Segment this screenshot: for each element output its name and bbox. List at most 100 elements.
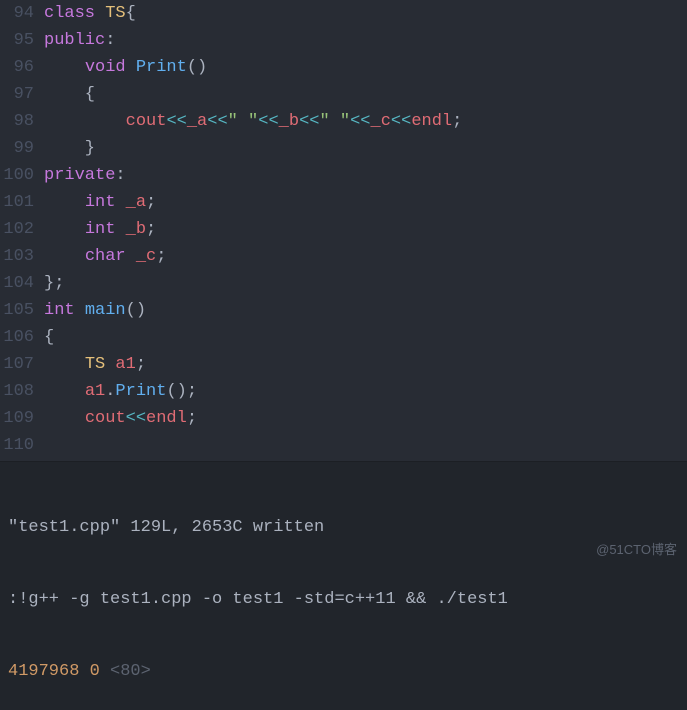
token-punct: }	[44, 139, 95, 158]
file-status-line: "test1.cpp" 129L, 2653C written	[8, 516, 679, 540]
code-line[interactable]: int _b;	[44, 216, 687, 243]
token-ident: _c	[136, 247, 156, 266]
token-ident: _a	[126, 193, 146, 212]
vim-command-footer: "test1.cpp" 129L, 2653C written :!g++ -g…	[0, 461, 687, 710]
code-line[interactable]: private:	[44, 162, 687, 189]
token-punct	[115, 193, 125, 212]
token-punct: :	[115, 166, 125, 185]
token-punct: ;	[146, 193, 156, 212]
code-line[interactable]: void Print()	[44, 54, 687, 81]
token-int: int	[44, 301, 75, 320]
output-values: 4197968 0	[8, 662, 110, 681]
shell-output-line: 4197968 0 <80>	[8, 660, 679, 684]
token-punct: {	[44, 85, 95, 104]
line-number: 96	[0, 54, 34, 81]
line-number: 97	[0, 81, 34, 108]
watermark: @51CTO博客	[596, 539, 677, 558]
token-func: Print	[115, 382, 166, 401]
token-op: <<	[391, 112, 411, 131]
token-int: int	[85, 193, 116, 212]
token-punct: {	[44, 328, 54, 347]
token-char: char	[85, 247, 126, 266]
code-line[interactable]: int _a;	[44, 189, 687, 216]
code-line[interactable]: cout<<endl;	[44, 405, 687, 432]
token-punct: };	[44, 274, 64, 293]
token-ident: a1	[115, 355, 135, 374]
token-int: int	[85, 220, 116, 239]
line-number: 110	[0, 432, 34, 459]
token-op: <<	[299, 112, 319, 131]
token-ident: endl	[411, 112, 452, 131]
token-punct: ()	[126, 301, 146, 320]
line-number: 95	[0, 27, 34, 54]
code-line[interactable]: {	[44, 324, 687, 351]
token-punct: {	[126, 4, 136, 23]
token-punct: ;	[452, 112, 462, 131]
token-ident: _b	[279, 112, 299, 131]
code-line[interactable]: TS a1;	[44, 351, 687, 378]
token-punct: ;	[156, 247, 166, 266]
line-number: 102	[0, 216, 34, 243]
token-keyword: private	[44, 166, 115, 185]
token-punct	[44, 193, 85, 212]
token-punct: ;	[146, 220, 156, 239]
token-op: <<	[166, 112, 186, 131]
token-punct: ;	[136, 355, 146, 374]
token-punct	[105, 355, 115, 374]
code-line[interactable]: public:	[44, 27, 687, 54]
token-ident: cout	[126, 112, 167, 131]
token-punct: ()	[187, 58, 207, 77]
code-line[interactable]: class TS{	[44, 0, 687, 27]
token-type: void	[85, 58, 126, 77]
code-line[interactable]: };	[44, 270, 687, 297]
code-line[interactable]: a1.Print();	[44, 378, 687, 405]
token-ident: endl	[146, 409, 187, 428]
code-line[interactable]: {	[44, 81, 687, 108]
token-op: <<	[126, 409, 146, 428]
line-number: 101	[0, 189, 34, 216]
token-punct	[115, 220, 125, 239]
code-line[interactable]: }	[44, 135, 687, 162]
line-number: 108	[0, 378, 34, 405]
token-punct: ();	[166, 382, 197, 401]
token-func: Print	[136, 58, 187, 77]
token-ident: _b	[126, 220, 146, 239]
token-ident: cout	[85, 409, 126, 428]
code-line[interactable]: char _c;	[44, 243, 687, 270]
token-class: TS	[105, 4, 125, 23]
code-editor[interactable]: 9495969798991001011021031041051061071081…	[0, 0, 687, 461]
token-punct	[126, 58, 136, 77]
token-op: <<	[258, 112, 278, 131]
token-punct	[126, 247, 136, 266]
token-class: TS	[85, 355, 105, 374]
token-punct	[44, 58, 85, 77]
code-area[interactable]: class TS{public: void Print() { cout<<_a…	[44, 0, 687, 461]
token-ident: _a	[187, 112, 207, 131]
token-ident: a1	[85, 382, 105, 401]
token-ident: _c	[371, 112, 391, 131]
line-number-gutter: 9495969798991001011021031041051061071081…	[0, 0, 44, 461]
token-punct: :	[105, 31, 115, 50]
line-number: 98	[0, 108, 34, 135]
line-number: 107	[0, 351, 34, 378]
token-string: " "	[319, 112, 350, 131]
token-punct	[44, 112, 126, 131]
token-punct: ;	[187, 409, 197, 428]
token-punct	[44, 382, 85, 401]
token-punct	[44, 247, 85, 266]
token-op: <<	[207, 112, 227, 131]
line-number: 100	[0, 162, 34, 189]
token-punct	[44, 409, 85, 428]
output-angle-char: <80>	[110, 662, 151, 681]
token-punct	[75, 301, 85, 320]
line-number: 109	[0, 405, 34, 432]
token-punct	[44, 220, 85, 239]
shell-command-line: :!g++ -g test1.cpp -o test1 -std=c++11 &…	[8, 588, 679, 612]
code-line[interactable]: int main()	[44, 297, 687, 324]
line-number: 106	[0, 324, 34, 351]
line-number: 103	[0, 243, 34, 270]
token-punct: .	[105, 382, 115, 401]
code-line[interactable]: cout<<_a<<" "<<_b<<" "<<_c<<endl;	[44, 108, 687, 135]
token-op: <<	[350, 112, 370, 131]
token-punct	[44, 355, 85, 374]
